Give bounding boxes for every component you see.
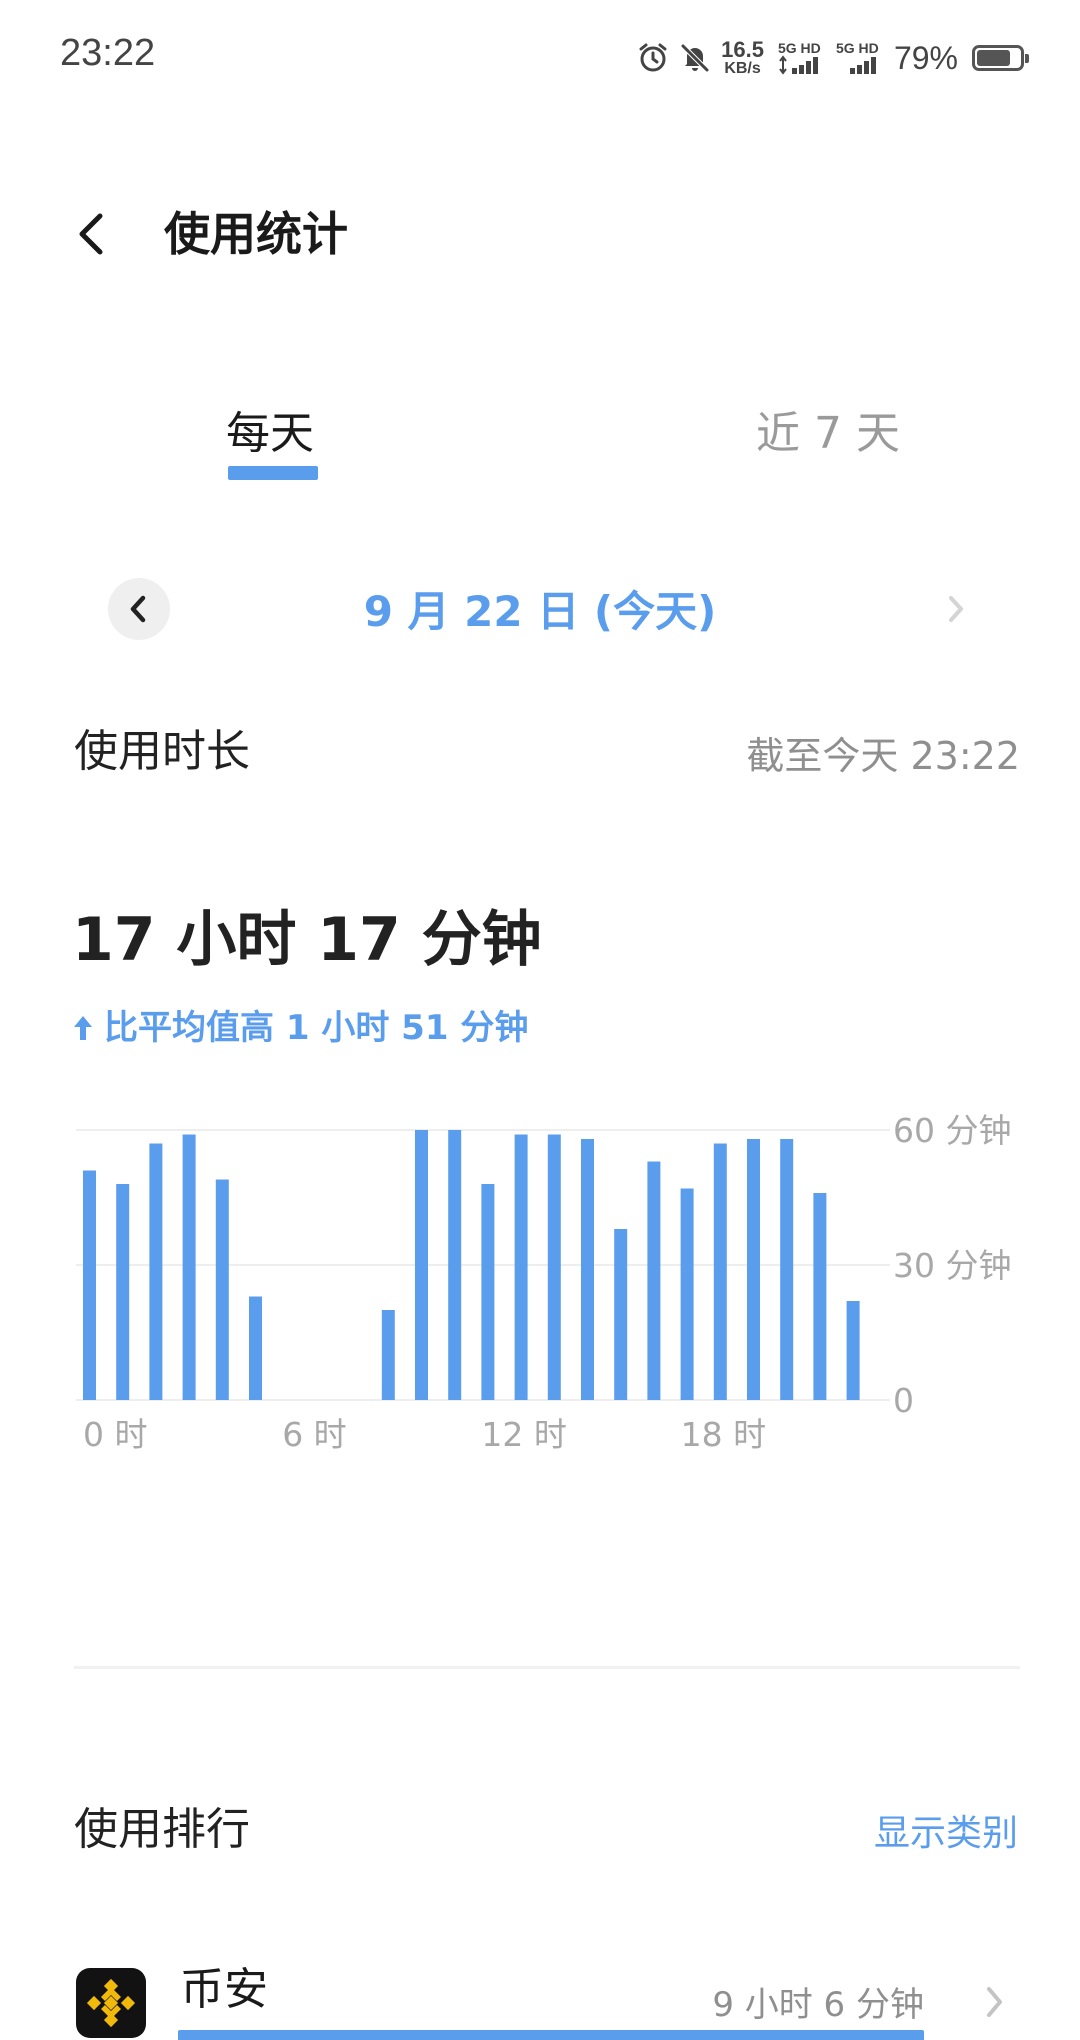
bar-hour-1 — [116, 1184, 130, 1400]
tab-last-7-days[interactable]: 近 7 天 — [756, 404, 900, 464]
bar-hour-13 — [514, 1134, 528, 1400]
usage-ranking-title: 使用排行 — [74, 1804, 250, 1855]
chevron-right-icon — [974, 1974, 1014, 2030]
bar-hour-9 — [381, 1310, 395, 1400]
chevron-left-icon — [79, 213, 103, 255]
bar-hour-22 — [813, 1193, 827, 1400]
compare-to-average: 比平均值高 1 小时 51 分钟 — [72, 1004, 528, 1052]
app-usage-bar — [178, 2030, 924, 2040]
tab-active-indicator — [228, 466, 318, 480]
bar-hour-11 — [448, 1130, 462, 1400]
bar-hour-21 — [780, 1139, 794, 1400]
show-categories-button[interactable]: 显示类别 — [874, 1806, 1018, 1862]
battery-percent: 79% — [893, 39, 958, 76]
section-divider — [74, 1666, 1020, 1669]
net-speed: 16.5 KB/s — [721, 39, 764, 77]
bar-hour-18 — [680, 1188, 694, 1400]
x-tick-label: 6 时 — [282, 1415, 347, 1454]
bar-hour-5 — [249, 1296, 262, 1400]
sim2-signal: 5G HD — [836, 41, 880, 75]
signal-icon — [849, 57, 876, 74]
y-tick-label: 30 分钟 — [893, 1246, 1011, 1285]
y-tick-label: 60 分钟 — [893, 1111, 1011, 1150]
signal-icon — [779, 55, 818, 75]
bar-hour-12 — [481, 1184, 495, 1400]
sim1-signal: 5G HD — [778, 41, 822, 75]
chevron-right-icon — [949, 596, 963, 622]
status-icons: 16.5 KB/s 5G HD 5G HD 79% — [637, 36, 1029, 80]
usage-as-of: 截至今天 23:22 — [746, 734, 1020, 778]
net-speed-unit: KB/s — [724, 60, 761, 77]
next-day-button[interactable] — [924, 578, 986, 640]
sim2-label: 5G HD — [835, 40, 879, 56]
back-button[interactable] — [64, 206, 120, 262]
bar-hour-16 — [614, 1229, 628, 1400]
y-tick-label: 0 — [893, 1381, 914, 1420]
bar-hour-19 — [713, 1143, 727, 1400]
bar-hour-10 — [415, 1130, 428, 1400]
status-time: 23:22 — [60, 32, 156, 74]
bar-hour-17 — [647, 1161, 661, 1400]
arrow-up-icon — [74, 1016, 92, 1040]
bar-hour-15 — [581, 1139, 594, 1400]
x-tick-label: 0 时 — [83, 1415, 148, 1454]
compare-text: 比平均值高 1 小时 51 分钟 — [104, 1008, 529, 1048]
app-usage-row[interactable]: 币安 9 小时 6 分钟 — [0, 1960, 1080, 2040]
page-title: 使用统计 — [164, 207, 348, 261]
bar-hour-4 — [215, 1179, 229, 1400]
total-usage-time: 17 小时 17 分钟 — [72, 905, 542, 975]
bar-hour-14 — [547, 1134, 561, 1400]
app-duration: 9 小时 6 分钟 — [712, 1985, 924, 2025]
bar-hour-3 — [182, 1134, 196, 1400]
net-speed-value: 16.5 — [721, 37, 764, 62]
x-tick-label: 18 时 — [681, 1415, 766, 1454]
current-date: 9 月 22 日 (今天) — [363, 587, 717, 636]
mute-bell-icon — [679, 42, 711, 74]
x-tick-label: 12 时 — [481, 1415, 566, 1454]
battery-icon — [972, 45, 1029, 71]
tab-daily[interactable]: 每天 — [226, 404, 314, 464]
app-usage-bar-track — [178, 2030, 924, 2040]
app-name: 币安 — [180, 1964, 268, 2015]
bar-hour-23 — [846, 1301, 860, 1400]
bar-hour-2 — [149, 1143, 163, 1400]
bar-hour-20 — [747, 1139, 760, 1400]
usage-duration-title: 使用时长 — [74, 726, 250, 777]
hourly-usage-chart: 60 分钟 30 分钟 0 0 时 6 时 12 时 18 时 — [76, 1111, 1011, 1454]
alarm-icon — [637, 42, 669, 74]
sim1-label: 5G HD — [777, 40, 821, 56]
binance-icon — [76, 1968, 146, 2038]
bar-hour-0 — [83, 1170, 96, 1400]
status-bar: 23:22 16.5 KB/s 5G HD 5G HD 79% — [0, 0, 1080, 110]
